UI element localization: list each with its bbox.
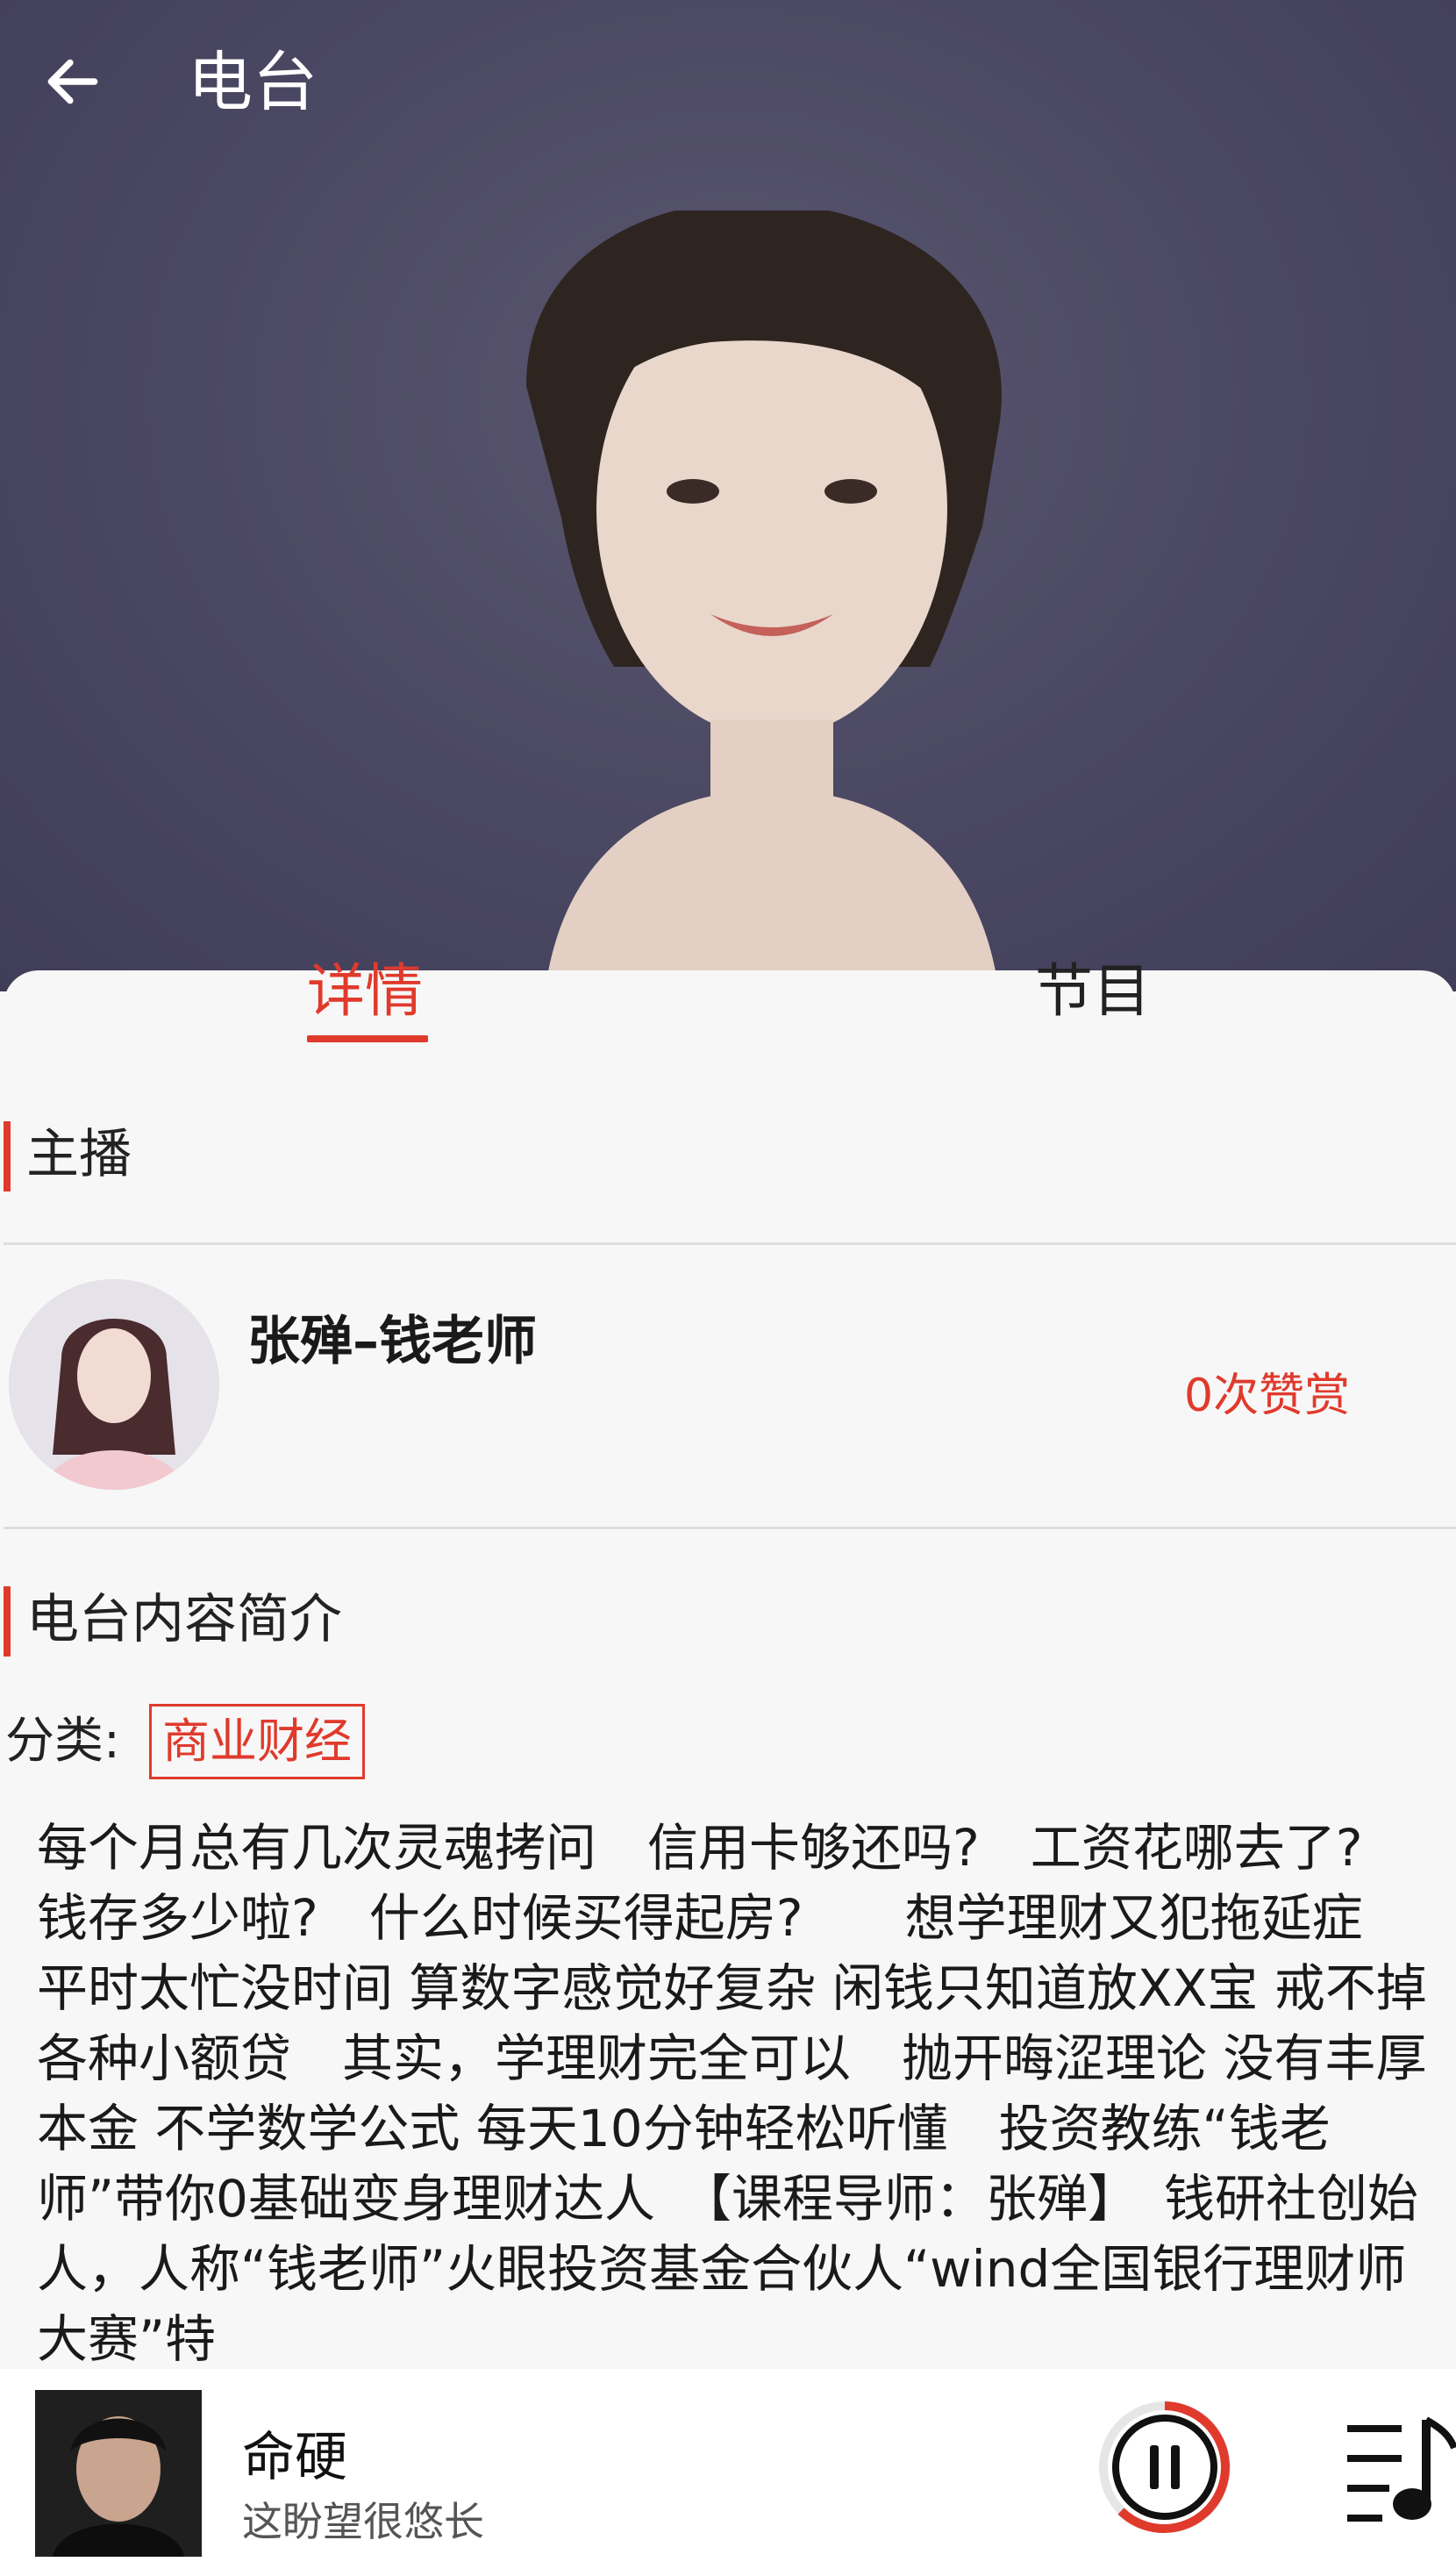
intro-text: 每个月总有几次灵魂拷问 信用卡够还吗? 工资花哪去了? 钱存多少啦? 什么时候买… <box>37 1818 1427 2369</box>
anchor-name[interactable]: 张殚–钱老师 <box>247 1299 537 1375</box>
back-arrow-icon <box>47 59 98 104</box>
divider <box>4 1527 1456 1529</box>
intro-section-title: 电台内容简介 <box>26 1589 342 1650</box>
mini-player[interactable] <box>0 2369 1456 2576</box>
avatar-image <box>9 1279 219 1490</box>
anchor-avatar[interactable] <box>9 1279 219 1490</box>
album-cover-image <box>35 2390 202 2557</box>
song-subtitle: 这盼望很悠长 <box>242 2498 484 2545</box>
category-label: 分类: <box>5 1713 120 1770</box>
back-button[interactable] <box>33 42 112 121</box>
tab-detail[interactable]: 详情 <box>307 956 423 1027</box>
tab-program[interactable]: 节目 <box>1035 956 1151 1027</box>
active-tab-indicator <box>307 1035 428 1042</box>
anchor-section-title: 主播 <box>26 1124 132 1185</box>
page-title: 电台 <box>188 45 318 120</box>
pause-button[interactable] <box>1095 2397 1235 2537</box>
host-portrait-image <box>526 211 1002 991</box>
playlist-icon <box>1347 2416 1456 2522</box>
pause-icon <box>1099 2401 1231 2533</box>
playlist-button[interactable] <box>1342 2406 1456 2529</box>
hero-banner: 电台 <box>0 0 1456 991</box>
category-tag[interactable]: 商业财经 <box>149 1704 365 1779</box>
section-accent-bar <box>4 1586 11 1657</box>
song-title: 命硬 <box>242 2427 347 2488</box>
divider <box>4 1242 1456 1245</box>
reward-count[interactable]: 0次赞赏 <box>1184 1358 1350 1424</box>
section-accent-bar <box>4 1121 11 1191</box>
album-cover[interactable] <box>35 2390 202 2557</box>
